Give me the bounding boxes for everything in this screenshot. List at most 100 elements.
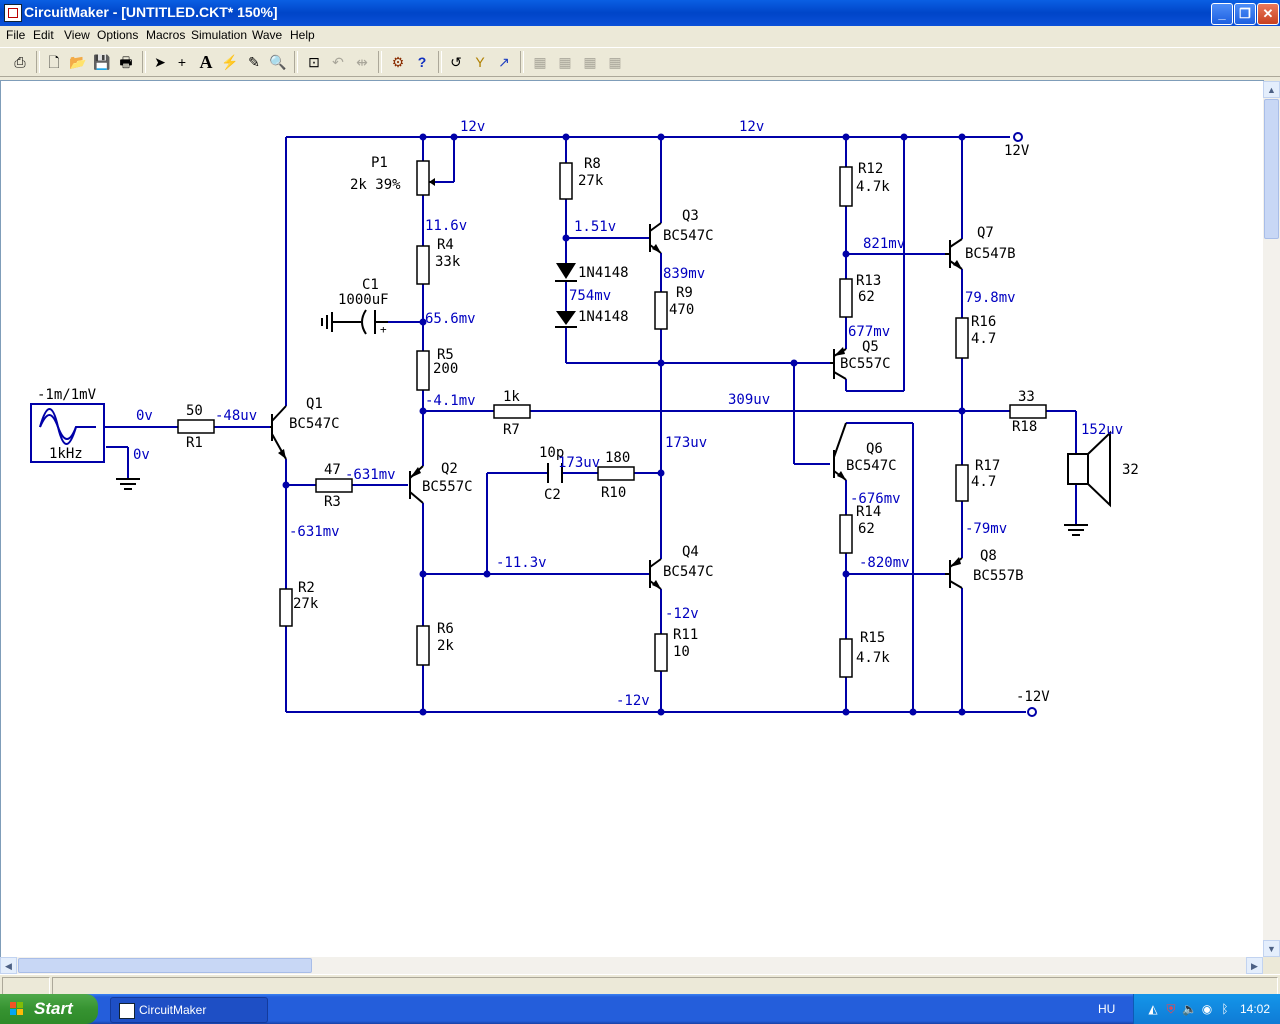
r9-value: 470	[669, 302, 694, 318]
network-icon[interactable]: ◭	[1146, 1002, 1160, 1016]
resistor-r6[interactable]	[416, 625, 430, 666]
transistor-q7[interactable]	[945, 238, 963, 270]
resistor-r15[interactable]	[839, 638, 853, 678]
resistor-r17[interactable]	[955, 464, 969, 502]
reset-icon[interactable]: ↺	[446, 52, 466, 72]
resistor-r2[interactable]	[279, 588, 293, 627]
resistor-r11[interactable]	[654, 633, 668, 672]
rotate-icon[interactable]: ↶	[328, 52, 348, 72]
speaker[interactable]	[1067, 430, 1111, 508]
help-icon[interactable]: ?	[412, 52, 432, 72]
menu-view[interactable]: View	[64, 28, 90, 42]
run-icon[interactable]: ↗	[494, 52, 514, 72]
menu-file[interactable]: File	[6, 28, 25, 42]
open-file-icon[interactable]: 📂	[68, 52, 88, 72]
mirror-icon[interactable]: ⇹	[352, 52, 372, 72]
resistor-r13[interactable]	[839, 278, 853, 318]
transistor-q3[interactable]	[649, 222, 662, 254]
q3-ref: Q3	[682, 208, 699, 224]
security-icon[interactable]: ⛨	[1164, 1002, 1178, 1016]
v-top2: 12v	[739, 119, 764, 135]
transistor-q1[interactable]	[270, 405, 287, 460]
diode-d1[interactable]	[555, 263, 577, 282]
power-icon[interactable]: ◉	[1200, 1002, 1214, 1016]
r17-ref: R17	[975, 458, 1000, 474]
vplus-terminal[interactable]	[1013, 132, 1023, 142]
vminus-terminal[interactable]	[1027, 707, 1037, 717]
arrow-tool-icon[interactable]: ➤	[150, 52, 170, 72]
resistor-r12[interactable]	[839, 166, 853, 207]
app-icon[interactable]	[4, 4, 22, 22]
resistor-r5[interactable]	[416, 350, 430, 391]
resistor-r16[interactable]	[955, 317, 969, 359]
q1-value: BC547C	[289, 416, 340, 432]
align3-icon[interactable]: ▦	[580, 52, 600, 72]
menu-edit[interactable]: Edit	[33, 28, 54, 42]
r5-value: 200	[433, 361, 458, 377]
probe-tool-icon[interactable]: ⚡	[220, 52, 240, 72]
step-icon[interactable]: Y	[470, 52, 490, 72]
v-r8-bot: 1.51v	[574, 219, 616, 235]
save-icon[interactable]: 💾	[92, 52, 112, 72]
transistor-q4[interactable]	[649, 558, 662, 590]
zoom-tool-icon[interactable]: 🔍	[268, 52, 288, 72]
print-setup-icon[interactable]: ⎙	[10, 52, 30, 72]
scroll-down-icon[interactable]: ▼	[1263, 940, 1280, 957]
vplus-label: 12V	[1004, 143, 1030, 159]
scroll-up-icon[interactable]: ▲	[1263, 81, 1280, 98]
r1-value: 50	[186, 403, 203, 419]
print-icon[interactable]: 🖶	[116, 52, 136, 72]
resistor-r9[interactable]	[654, 291, 668, 330]
bluetooth-icon[interactable]: ᛒ	[1218, 1002, 1232, 1016]
language-indicator[interactable]: HU	[1098, 1002, 1115, 1016]
menu-macros[interactable]: Macros	[146, 28, 185, 42]
v-r17-bot: -79mv	[965, 521, 1007, 537]
delete-tool-icon[interactable]: ✎	[244, 52, 264, 72]
vertical-scrollbar[interactable]: ▲ ▼	[1263, 81, 1280, 957]
c1-ref: C1	[362, 277, 379, 293]
potentiometer-p1[interactable]	[416, 160, 435, 196]
r6-ref: R6	[437, 621, 454, 637]
r9-ref: R9	[676, 285, 693, 301]
v-r14-bot: -820mv	[859, 555, 910, 571]
v-r13-bot: 677mv	[848, 324, 890, 340]
align-icon[interactable]: ▦	[530, 52, 550, 72]
close-button[interactable]: ✕	[1257, 3, 1279, 25]
taskbar-item-circuitmaker[interactable]: CircuitMaker	[110, 997, 268, 1023]
capacitor-c1[interactable]: +	[321, 309, 388, 336]
scroll-right-icon[interactable]: ▶	[1246, 957, 1263, 974]
menu-wave[interactable]: Wave	[252, 28, 282, 42]
digital-logic-icon[interactable]: ⚙	[388, 52, 408, 72]
volume-icon[interactable]: 🔈	[1182, 1002, 1197, 1016]
start-button[interactable]: Start	[0, 994, 98, 1024]
v-top1: 12v	[460, 119, 485, 135]
menu-simulation[interactable]: Simulation	[191, 28, 247, 42]
new-file-icon[interactable]: 🗋	[44, 52, 64, 72]
resistor-r14[interactable]	[839, 514, 853, 554]
resistor-r10[interactable]	[597, 466, 635, 481]
menu-options[interactable]: Options	[97, 28, 138, 42]
resistor-r1[interactable]	[177, 419, 215, 434]
horizontal-scrollbar[interactable]: ◀ ▶	[0, 957, 1263, 974]
text-tool-icon[interactable]: A	[196, 52, 216, 72]
resistor-r8[interactable]	[559, 162, 573, 200]
horizontal-scroll-thumb[interactable]	[18, 958, 312, 973]
menu-help[interactable]: Help	[290, 28, 315, 42]
align4-icon[interactable]: ▦	[605, 52, 625, 72]
wire-tool-icon[interactable]: +	[172, 52, 192, 72]
transistor-q6[interactable]	[833, 422, 847, 481]
vertical-scroll-thumb[interactable]	[1264, 99, 1279, 239]
schematic-drawing[interactable]: + -1m/1mV 1kHz 50 R1 Q1 BC547C R2 27k 47…	[0, 81, 1263, 957]
maximize-button[interactable]: ❐	[1234, 3, 1256, 25]
resistor-r7[interactable]	[493, 404, 531, 419]
diode-d2[interactable]	[555, 311, 577, 328]
r13-ref: R13	[856, 273, 881, 289]
align2-icon[interactable]: ▦	[555, 52, 575, 72]
c2-ref: C2	[544, 487, 561, 503]
minimize-button[interactable]: _	[1211, 3, 1233, 25]
scroll-left-icon[interactable]: ◀	[0, 957, 17, 974]
transistor-q8[interactable]	[945, 557, 963, 589]
zoom-fit-icon[interactable]: ⊡	[304, 52, 324, 72]
resistor-r18[interactable]	[1009, 404, 1047, 419]
resistor-r4[interactable]	[416, 245, 430, 285]
